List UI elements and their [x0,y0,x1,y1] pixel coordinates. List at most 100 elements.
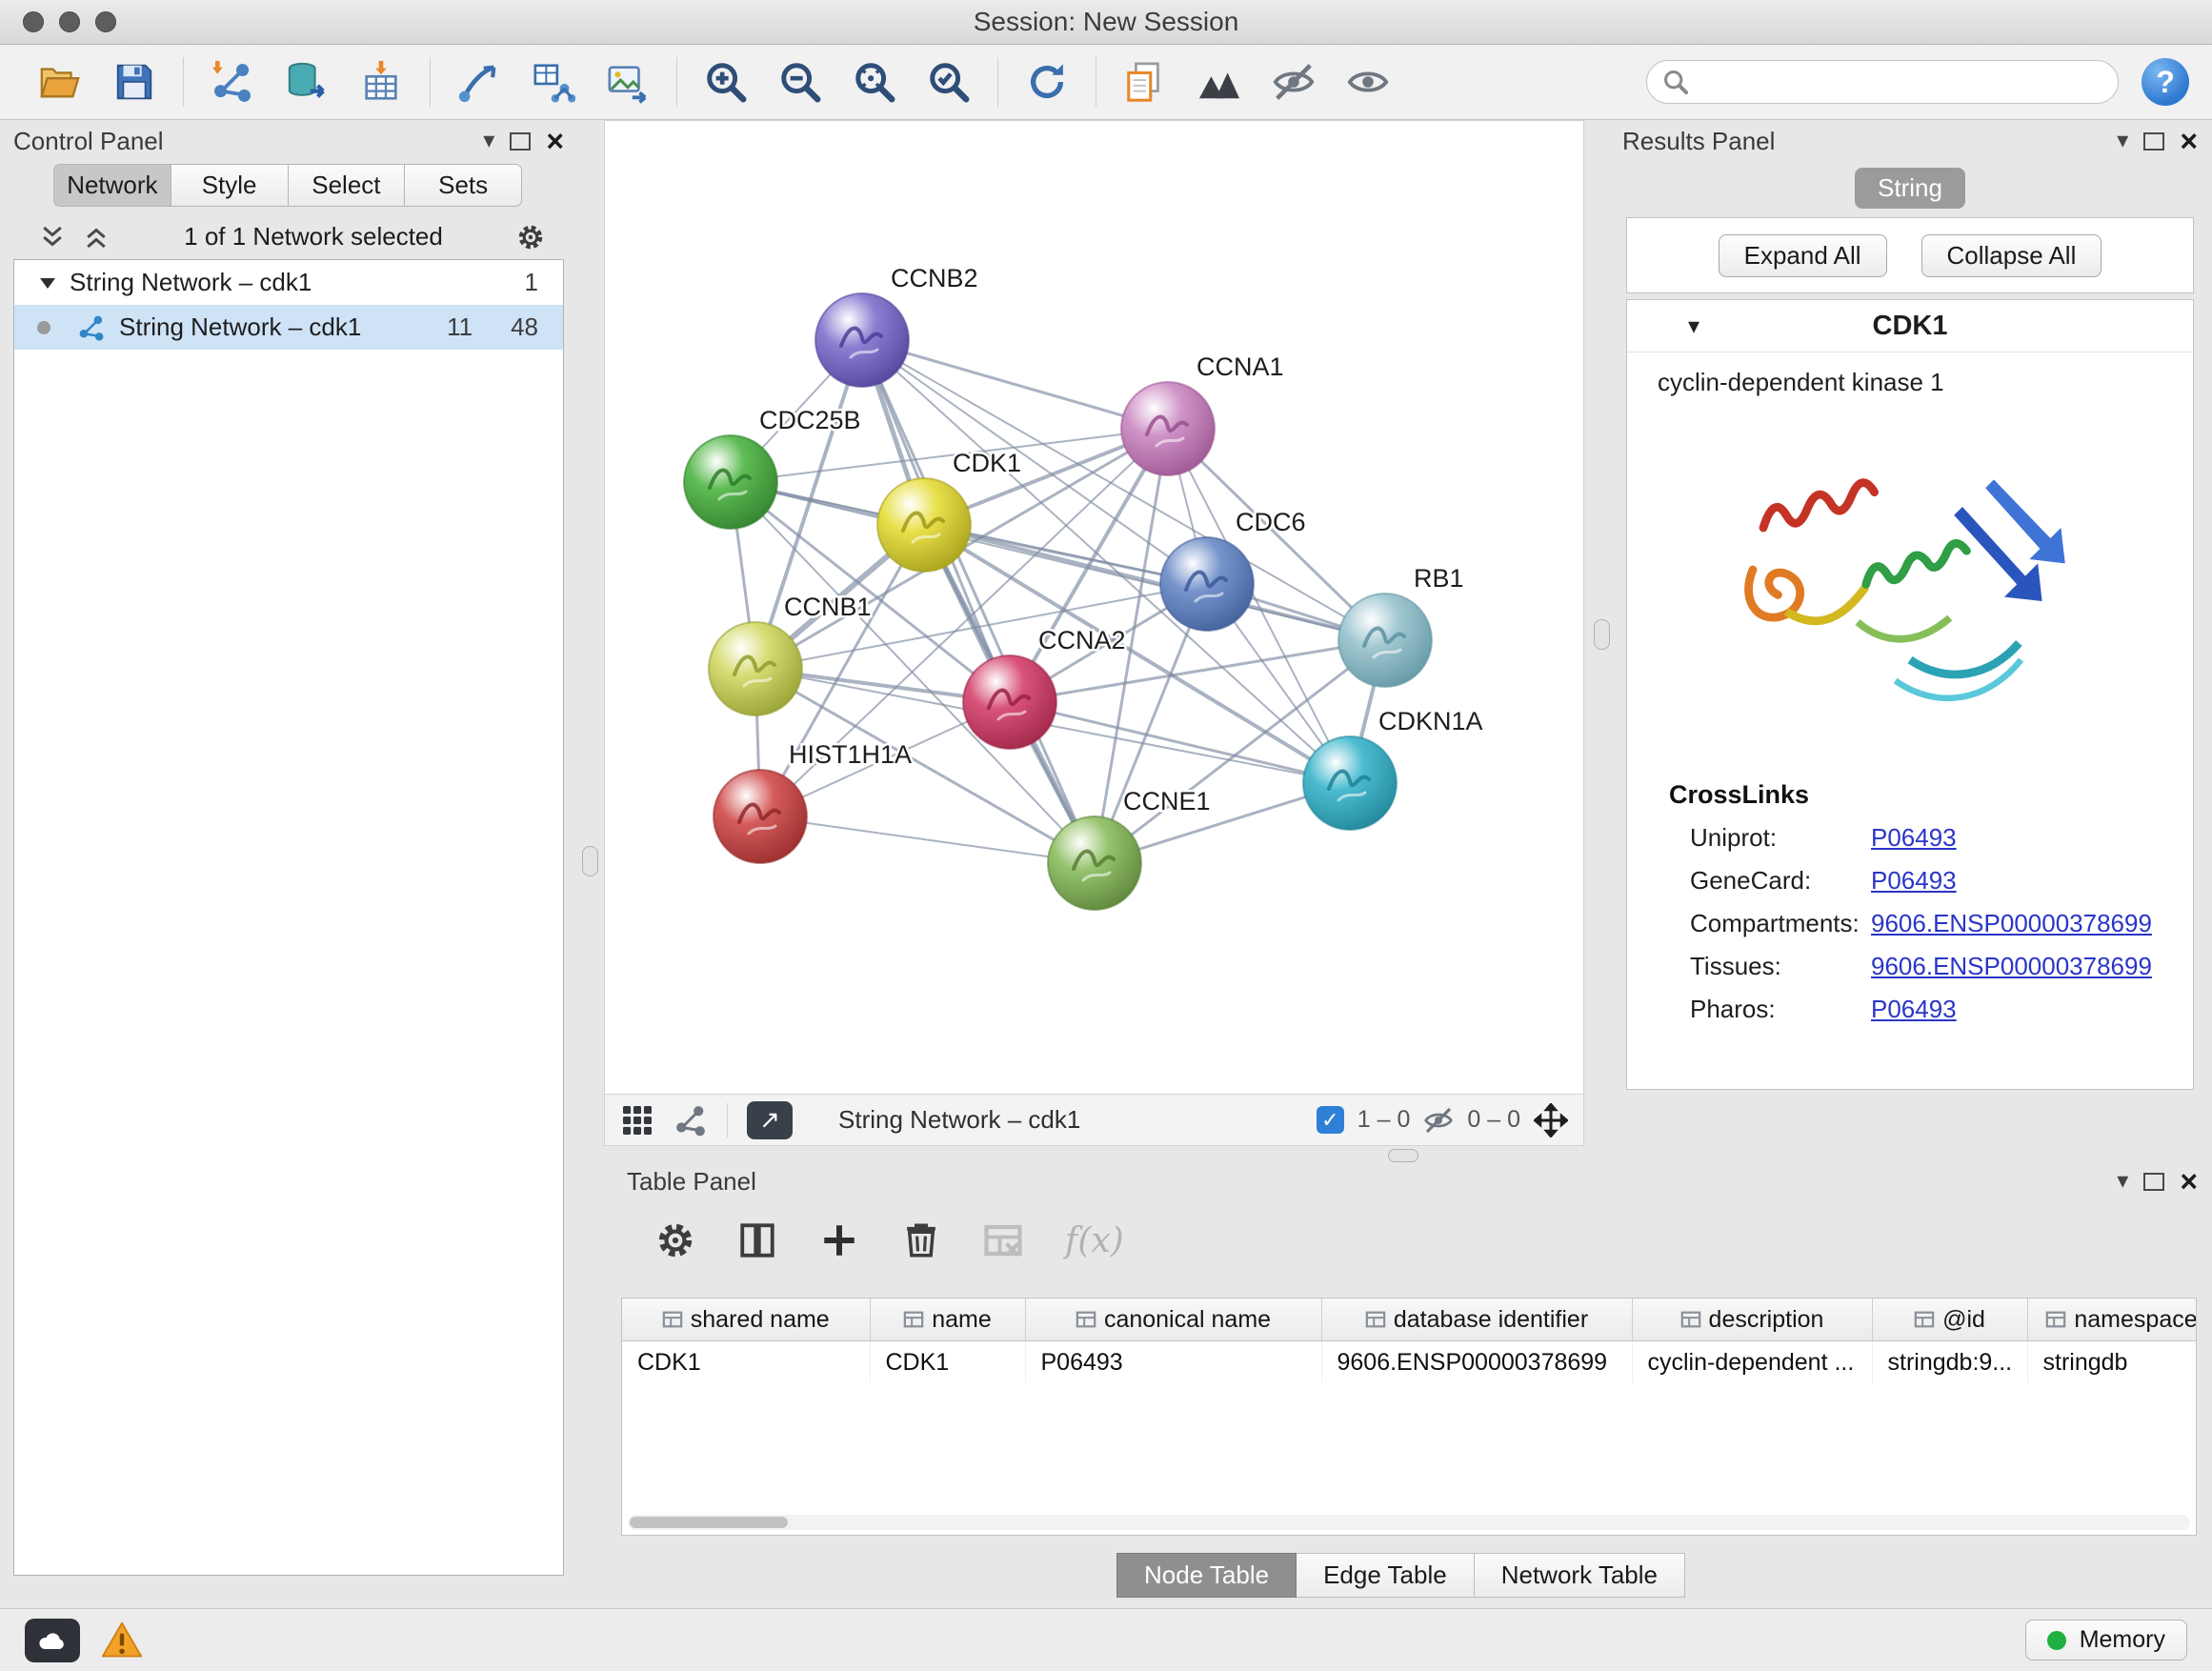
network-node-CCNE1[interactable] [1048,816,1141,910]
network-edge[interactable] [862,340,1095,863]
tab-style[interactable]: Style [171,164,289,207]
network-node-HIST1H1A[interactable] [714,770,807,863]
network-collection-row[interactable]: String Network – cdk1 1 [14,260,563,305]
help-button[interactable]: ? [2142,58,2189,106]
network-node-CDC25B[interactable] [684,435,777,529]
pan-move-icon[interactable] [1534,1103,1568,1137]
crosslink-link[interactable]: P06493 [1871,995,1957,1024]
collapse-all-networks-icon[interactable] [82,223,111,252]
cell-shared-name[interactable]: CDK1 [622,1341,870,1384]
crosslink-link[interactable]: 9606.ENSP00000378699 [1871,952,2152,981]
network-node-CDKN1A[interactable] [1303,736,1397,830]
import-network-from-file-button[interactable] [201,52,264,111]
expand-all-networks-icon[interactable] [38,223,67,252]
collapse-section-icon[interactable]: ▾ [1688,312,1699,340]
zoom-fit-button[interactable] [843,52,906,111]
zoom-window-button[interactable] [95,11,116,32]
scrollbar-thumb[interactable] [630,1517,788,1528]
detach-view-button[interactable]: ↗ [747,1101,793,1139]
crosslink-link[interactable]: P06493 [1871,866,1957,896]
table-options-gear-icon[interactable] [655,1220,695,1260]
column-header-shared-name[interactable]: shared name [622,1299,870,1341]
network-node-CDK1[interactable] [877,478,971,572]
protein-details-header[interactable]: ▾ CDK1 [1627,300,2193,352]
network-canvas[interactable]: CCNB2CCNA1CDC25BCDK1CDC6RB1CCNB1CCNA2CDK… [605,121,1583,1094]
delete-column-trash-icon[interactable] [901,1220,941,1260]
cell-namespace[interactable]: stringdb [2027,1341,2197,1384]
tab-select[interactable]: Select [289,164,406,207]
cell-name[interactable]: CDK1 [870,1341,1025,1384]
network-node-CCNA1[interactable] [1121,382,1215,475]
network-node-CCNB2[interactable] [815,293,909,387]
save-session-button[interactable] [103,52,166,111]
network-edge[interactable] [862,340,1168,429]
horizontal-splitter-handle[interactable] [1388,1149,1418,1162]
tree-expander-icon[interactable] [39,275,56,291]
network-node-CCNB1[interactable] [709,622,802,715]
network-edge[interactable] [760,816,1095,863]
add-column-icon[interactable] [819,1220,859,1260]
zoom-selected-button[interactable] [917,52,980,111]
apply-layout-button[interactable] [1016,52,1078,111]
network-node-CCNA2[interactable] [963,655,1056,749]
zoom-in-button[interactable] [694,52,757,111]
warnings-button[interactable] [101,1620,143,1661]
close-panel-icon[interactable]: × [2180,126,2198,156]
export-image-button[interactable] [596,52,659,111]
vertical-splitter-handle[interactable] [1594,619,1610,650]
show-columns-icon[interactable] [737,1220,777,1260]
import-table-from-file-button[interactable] [350,52,412,111]
network-row[interactable]: String Network – cdk1 11 48 [14,305,563,350]
close-panel-icon[interactable]: × [2180,1166,2198,1197]
crosslink-link[interactable]: P06493 [1871,823,1957,853]
show-all-button[interactable] [1337,52,1399,111]
open-session-button[interactable] [29,52,91,111]
column-header-id[interactable]: @id [1872,1299,2027,1341]
selected-checkbox-icon[interactable]: ✓ [1317,1106,1344,1134]
hide-selected-button[interactable] [1262,52,1325,111]
collapse-panel-icon[interactable]: ▾ [2117,130,2128,152]
collapse-all-button[interactable]: Collapse All [1921,234,2102,277]
cell-database-identifier[interactable]: 9606.ENSP00000378699 [1321,1341,1632,1384]
cell-canonical-name[interactable]: P06493 [1025,1341,1321,1384]
horizontal-scrollbar[interactable] [628,1515,2190,1530]
minimize-window-button[interactable] [59,11,80,32]
column-header-database-identifier[interactable]: database identifier [1321,1299,1632,1341]
network-options-gear-icon[interactable] [516,223,545,252]
vertical-splitter-handle[interactable] [582,846,598,876]
cell-description[interactable]: cyclin-dependent ... [1632,1341,1872,1384]
close-panel-icon[interactable]: × [546,126,564,156]
network-edge[interactable] [924,525,1385,640]
float-panel-icon[interactable] [2143,132,2164,151]
first-neighbors-button[interactable] [448,52,511,111]
close-window-button[interactable] [23,11,44,32]
show-graphics-details-button[interactable] [1188,52,1251,111]
network-edge[interactable] [1010,702,1350,783]
import-network-from-database-button[interactable] [275,52,338,111]
column-header-canonical-name[interactable]: canonical name [1025,1299,1321,1341]
column-header-description[interactable]: description [1632,1299,1872,1341]
memory-button[interactable]: Memory [2025,1620,2187,1661]
float-panel-icon[interactable] [510,132,531,151]
zoom-out-button[interactable] [769,52,832,111]
collapse-panel-icon[interactable]: ▾ [483,130,494,152]
delete-table-icon[interactable] [983,1220,1023,1260]
new-network-from-selection-button[interactable] [522,52,585,111]
tab-network-table[interactable]: Network Table [1475,1553,1685,1598]
string-tab-badge[interactable]: String [1855,168,1965,209]
search-input[interactable] [1699,68,2102,97]
tab-edge-table[interactable]: Edge Table [1297,1553,1475,1598]
collapse-panel-icon[interactable]: ▾ [2117,1170,2128,1193]
tab-network[interactable]: Network [53,164,171,207]
column-header-namespace[interactable]: namespace [2027,1299,2197,1341]
network-node-CDC6[interactable] [1160,537,1254,631]
tab-node-table[interactable]: Node Table [1116,1553,1297,1598]
expand-all-button[interactable]: Expand All [1719,234,1887,277]
grid-view-button[interactable] [620,1103,654,1137]
tab-sets[interactable]: Sets [405,164,522,207]
column-header-name[interactable]: name [870,1299,1025,1341]
network-overview-button[interactable] [674,1103,708,1137]
cell-id[interactable]: stringdb:9... [1872,1341,2027,1384]
network-node-RB1[interactable] [1338,594,1432,687]
crosslink-link[interactable]: 9606.ENSP00000378699 [1871,909,2152,938]
